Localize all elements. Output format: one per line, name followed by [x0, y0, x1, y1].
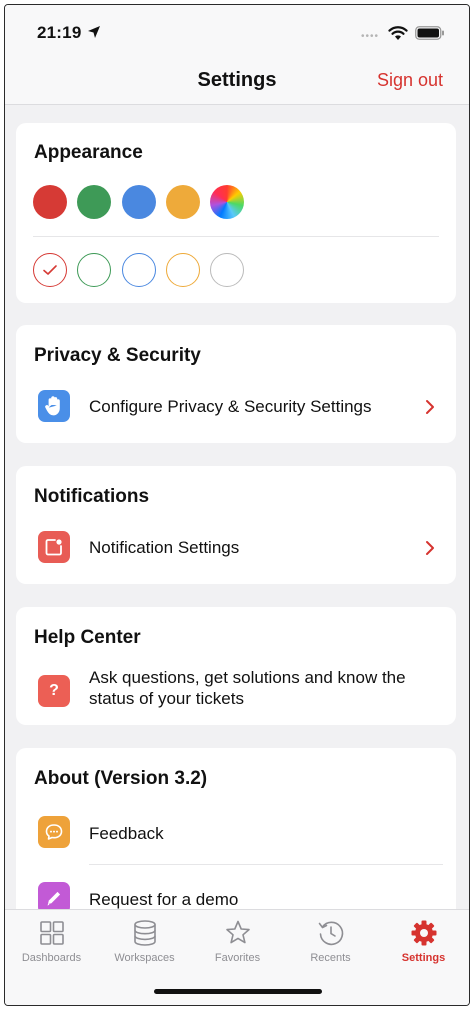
color-swatch-green[interactable] — [77, 185, 111, 219]
tab-settings-label: Settings — [401, 952, 446, 964]
tab-favorites-label: Favorites — [214, 952, 261, 964]
question-icon: ? — [38, 675, 70, 707]
color-swatch-orange[interactable] — [166, 185, 200, 219]
theme-ring-gray[interactable] — [210, 253, 244, 287]
request-demo-label: Request for a demo — [89, 890, 239, 909]
privacy-settings-label: Configure Privacy & Security Settings — [89, 397, 372, 416]
status-time: 21:19 — [37, 23, 82, 42]
wifi-icon — [388, 26, 408, 40]
help-center-title: Help Center — [34, 627, 141, 648]
location-arrow-icon — [88, 26, 100, 38]
gear-icon — [411, 920, 436, 946]
theme-ring-orange[interactable] — [166, 253, 200, 287]
notifications-title: Notifications — [34, 486, 150, 507]
notification-settings-label: Notification Settings — [89, 538, 240, 557]
about-title: About (Version 3.2) — [34, 768, 208, 789]
tab-dashboards-label: Dashboards — [21, 952, 82, 964]
help-center-line1: Ask questions, get solutions and know th… — [89, 668, 406, 687]
privacy-card: Privacy & Security Configure Privacy & S… — [16, 325, 456, 443]
appearance-card: Appearance — [16, 123, 456, 303]
color-swatch-blue[interactable] — [122, 185, 156, 219]
home-indicator — [154, 989, 322, 994]
feedback-label: Feedback — [89, 824, 164, 843]
battery-icon — [415, 26, 444, 40]
appearance-title: Appearance — [34, 142, 143, 163]
cellular-signal-icon: •••• — [361, 31, 380, 42]
tab-workspaces[interactable]: Workspaces — [98, 918, 191, 964]
chevron-right-icon — [426, 400, 434, 414]
phone-screen: 21:19 •••• Settings Sign out Appearance — [4, 4, 470, 1006]
tab-favorites[interactable]: Favorites — [191, 918, 284, 964]
theme-ring-red[interactable] — [33, 253, 67, 287]
hand-icon — [38, 390, 70, 422]
notifications-card: Notifications Notification Settings — [16, 466, 456, 584]
help-center-line2: status of your tickets — [89, 689, 244, 708]
tab-dashboards[interactable]: Dashboards — [5, 918, 98, 964]
tab-recents-label: Recents — [310, 952, 351, 964]
star-icon — [225, 920, 250, 944]
top-bar: 21:19 •••• Settings Sign out — [5, 5, 469, 105]
color-swatch-custom[interactable] — [210, 185, 244, 219]
database-icon — [133, 920, 156, 946]
history-icon — [318, 921, 343, 946]
color-swatch-red[interactable] — [33, 185, 67, 219]
notification-icon — [38, 531, 70, 563]
privacy-title: Privacy & Security — [34, 345, 201, 366]
tab-workspaces-label: Workspaces — [114, 952, 175, 964]
sign-out-button[interactable]: Sign out — [377, 70, 443, 91]
about-divider — [89, 864, 443, 865]
theme-ring-green[interactable] — [77, 253, 111, 287]
notification-settings-row[interactable]: Notification Settings — [16, 522, 456, 572]
tab-recents[interactable]: Recents — [284, 918, 377, 964]
feedback-row[interactable]: Feedback — [16, 808, 456, 858]
theme-ring-blue[interactable] — [122, 253, 156, 287]
chevron-right-icon — [426, 541, 434, 555]
help-center-card: Help Center ? Ask questions, get solutio… — [16, 607, 456, 725]
tab-settings[interactable]: Settings — [377, 918, 469, 964]
privacy-settings-row[interactable]: Configure Privacy & Security Settings — [16, 381, 456, 431]
chat-icon — [38, 816, 70, 848]
appearance-divider — [33, 236, 439, 237]
checkmark-icon — [43, 265, 57, 275]
help-center-row[interactable]: ? Ask questions, get solutions and know … — [16, 663, 456, 719]
dashboard-icon — [39, 921, 64, 945]
